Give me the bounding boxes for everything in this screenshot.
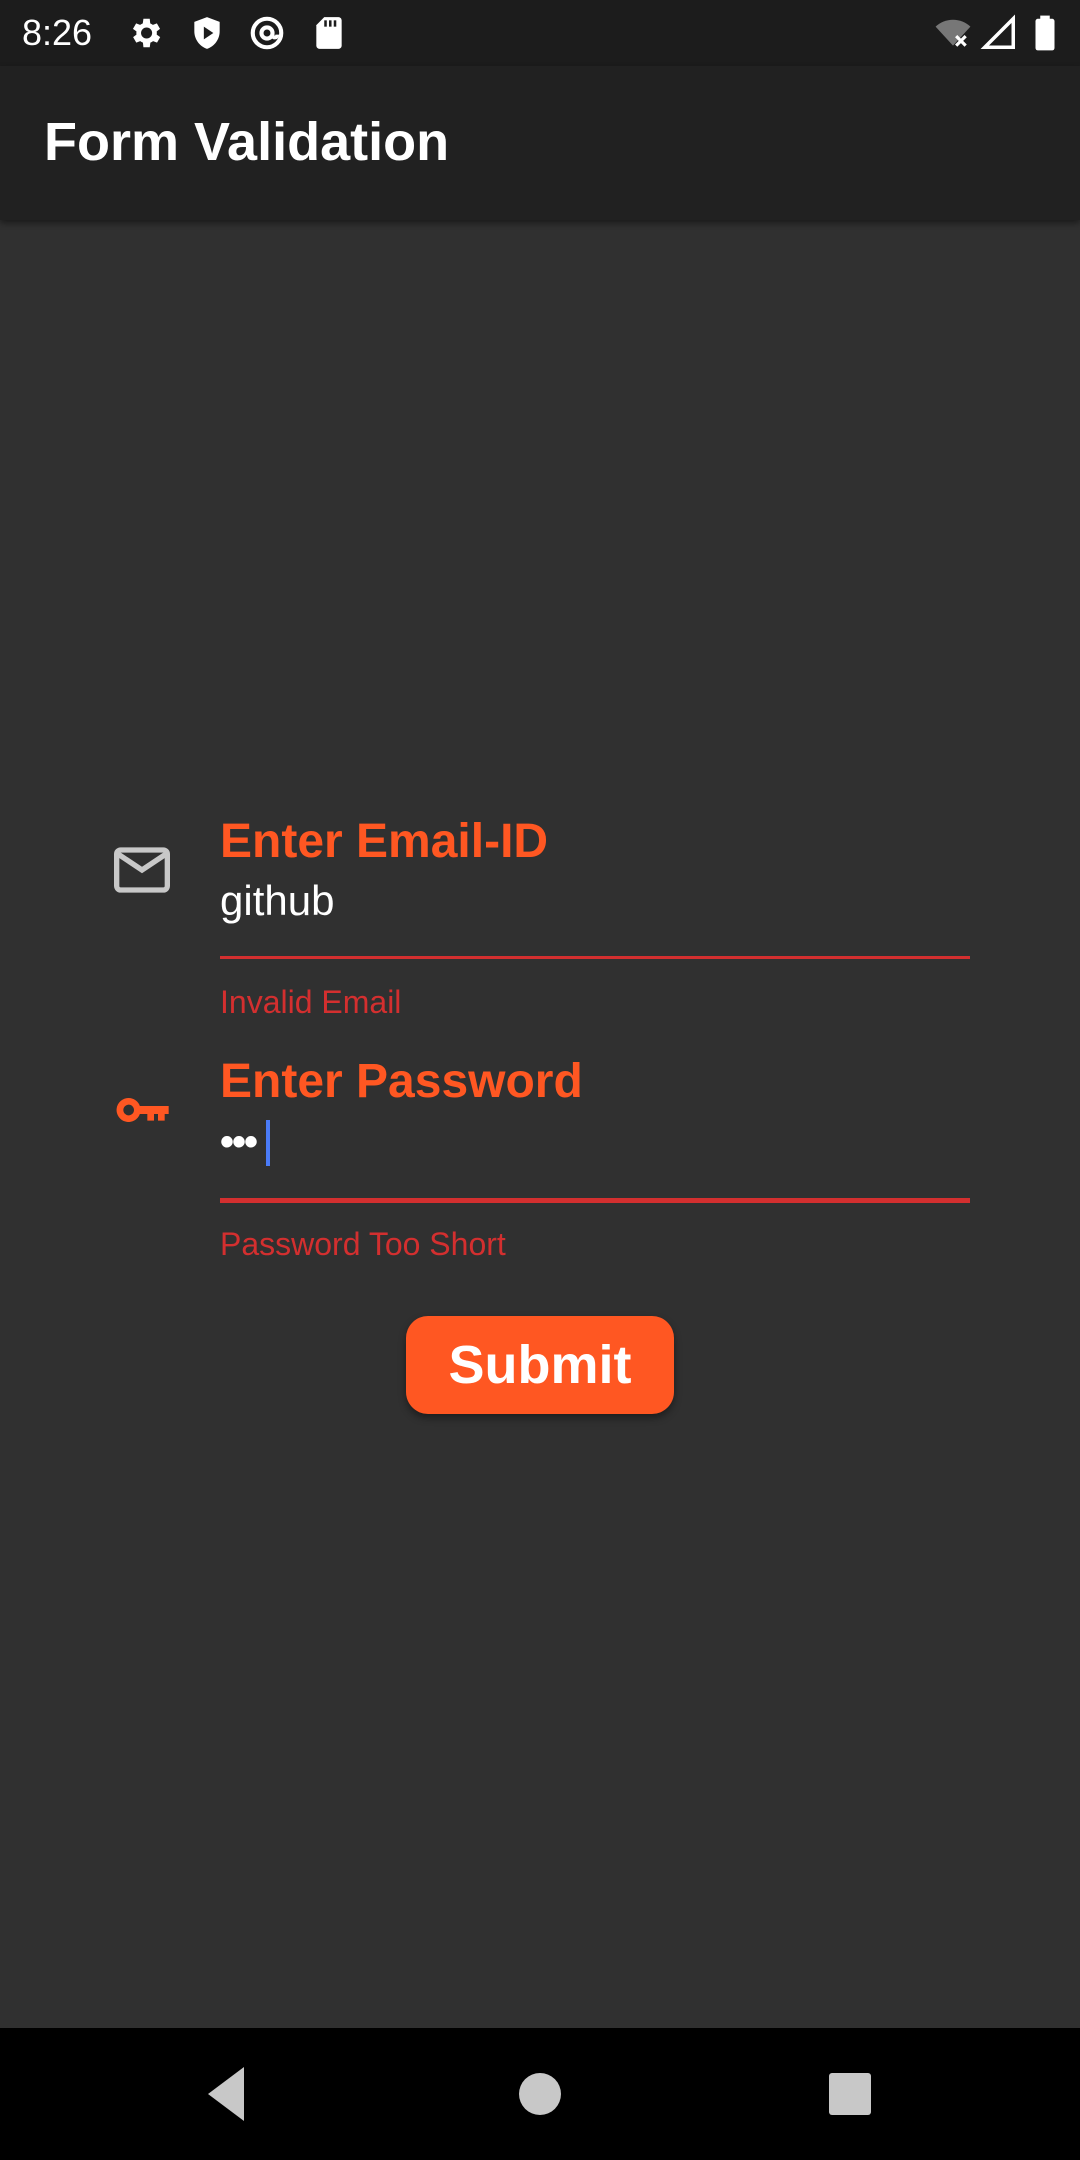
home-icon[interactable]	[504, 2058, 576, 2130]
app-bar: Form Validation	[0, 66, 1080, 220]
password-field[interactable]: •••	[220, 1120, 960, 1166]
back-icon[interactable]	[190, 2058, 262, 2130]
email-field[interactable]	[220, 876, 960, 926]
email-underline	[220, 956, 970, 959]
nav-bar	[0, 2028, 1080, 2160]
email-error-text: Invalid Email	[220, 984, 402, 1020]
recents-icon[interactable]	[814, 2058, 886, 2130]
password-error-text: Password Too Short	[220, 1226, 506, 1262]
password-value: •••	[220, 1120, 258, 1164]
mail-icon	[110, 838, 174, 902]
shield-icon	[188, 14, 226, 52]
settings-icon	[126, 14, 164, 52]
password-label: Enter Password	[220, 1055, 583, 1108]
email-label: Enter Email-ID	[220, 815, 549, 868]
page-title: Form Validation	[44, 112, 450, 172]
wifi-off-icon	[934, 14, 972, 52]
password-underline	[220, 1198, 970, 1203]
cell-signal-icon	[980, 14, 1018, 52]
text-cursor	[266, 1120, 270, 1166]
at-sign-icon	[248, 14, 286, 52]
submit-button[interactable]: Submit	[406, 1316, 674, 1414]
key-icon	[110, 1078, 174, 1142]
status-time: 8:26	[22, 12, 93, 53]
status-bar: 8:26	[0, 0, 1080, 66]
sd-card-icon	[310, 14, 348, 52]
battery-icon	[1030, 14, 1060, 52]
